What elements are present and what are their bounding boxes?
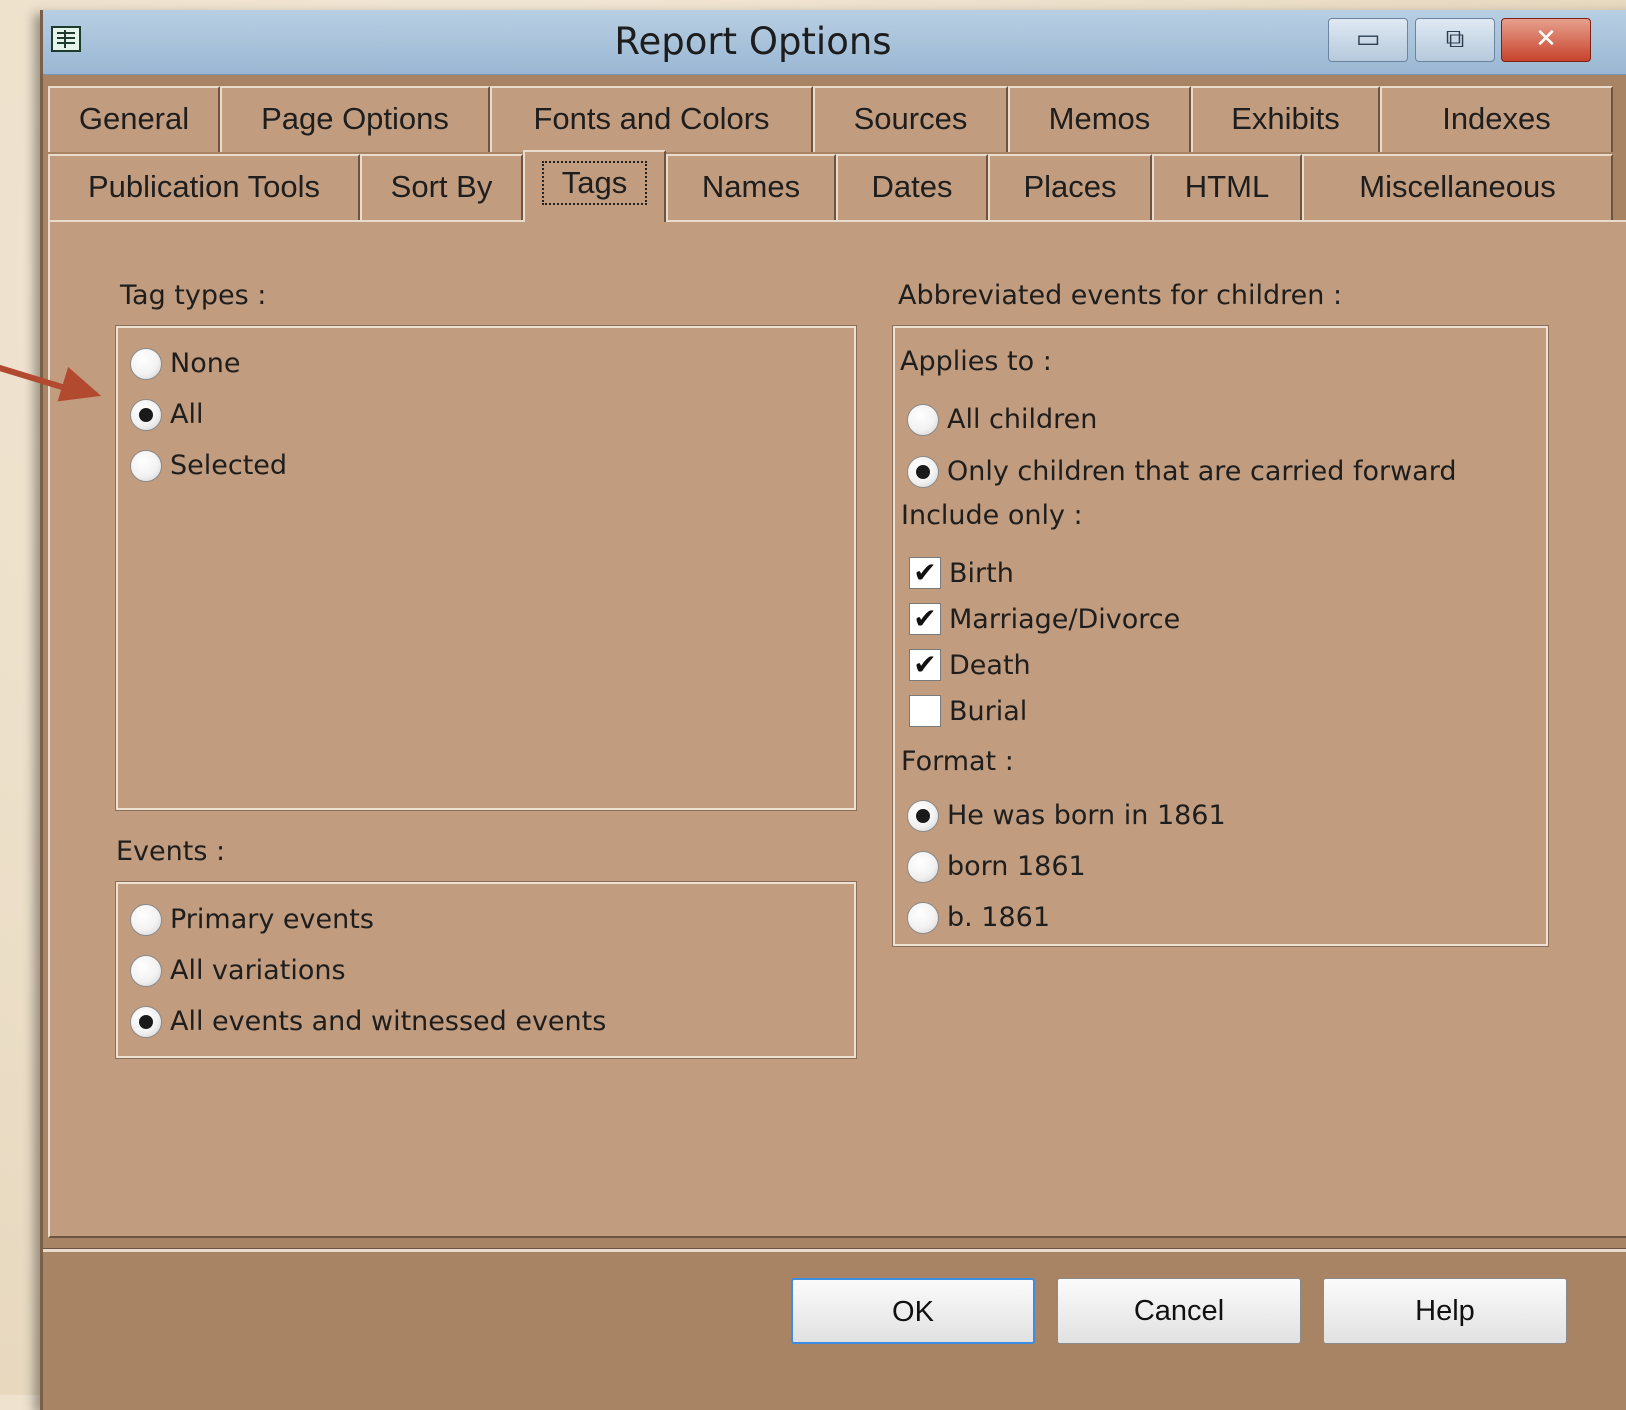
applies-to-label: Applies to : xyxy=(900,346,1052,377)
radio-button-selected[interactable] xyxy=(907,800,939,832)
abbreviated-events-label: Abbreviated events for children : xyxy=(898,280,1343,311)
tab-dates[interactable]: Dates xyxy=(836,154,988,220)
tab-memos[interactable]: Memos xyxy=(1008,86,1191,152)
tab-sort-by[interactable]: Sort By xyxy=(360,154,523,220)
help-button[interactable]: Help xyxy=(1323,1278,1567,1344)
checkbox-checked[interactable]: ✔ xyxy=(909,649,941,681)
radio-button[interactable] xyxy=(130,348,162,380)
tab-page-options[interactable]: Page Options xyxy=(220,86,490,152)
option-label: Burial xyxy=(949,696,1028,727)
tab-html[interactable]: HTML xyxy=(1152,154,1302,220)
radio-button-selected[interactable] xyxy=(907,456,939,488)
tab-tags[interactable]: Tags xyxy=(523,150,666,222)
tab-places[interactable]: Places xyxy=(988,154,1152,220)
tab-publication-tools[interactable]: Publication Tools xyxy=(48,154,360,220)
radio-button[interactable] xyxy=(907,404,939,436)
events-label: Events : xyxy=(116,836,226,867)
checkbox-checked[interactable]: ✔ xyxy=(909,603,941,635)
option-label: born 1861 xyxy=(947,851,1086,882)
minimize-button[interactable]: ▭ xyxy=(1328,18,1408,62)
tag-types-label: Tag types : xyxy=(120,280,267,311)
tag-types-group: None All Selected xyxy=(115,325,857,811)
footer-divider xyxy=(43,1248,1626,1252)
radio-button[interactable] xyxy=(907,851,939,883)
ok-button[interactable]: OK xyxy=(791,1278,1035,1344)
include-only-label: Include only : xyxy=(901,500,1083,531)
option-label: Selected xyxy=(170,450,288,481)
radio-button[interactable] xyxy=(130,904,162,936)
option-label: Birth xyxy=(949,558,1014,589)
option-label: Only children that are carried forward xyxy=(947,456,1457,487)
option-label: Marriage/Divorce xyxy=(949,604,1181,635)
option-label: All xyxy=(170,399,204,430)
radio-button[interactable] xyxy=(130,955,162,987)
option-label: All variations xyxy=(170,955,346,986)
maximize-button[interactable]: ⧉ xyxy=(1415,18,1495,62)
option-label: All events and witnessed events xyxy=(170,1006,607,1037)
radio-button-selected[interactable] xyxy=(130,1006,162,1038)
option-label: Primary events xyxy=(170,904,374,935)
tab-exhibits[interactable]: Exhibits xyxy=(1191,86,1380,152)
tab-indexes[interactable]: Indexes xyxy=(1380,86,1613,152)
tab-sources[interactable]: Sources xyxy=(813,86,1008,152)
window-title: Report Options xyxy=(614,20,892,63)
close-button[interactable]: ✕ xyxy=(1501,18,1591,62)
tab-general[interactable]: General xyxy=(48,86,220,152)
tab-names[interactable]: Names xyxy=(666,154,836,220)
tab-tags-label: Tags xyxy=(541,161,648,205)
option-label: He was born in 1861 xyxy=(947,800,1226,831)
report-options-dialog: Report Options ▭ ⧉ ✕ General Page Option… xyxy=(40,10,1626,1410)
option-label: b. 1861 xyxy=(947,902,1051,933)
cancel-button[interactable]: Cancel xyxy=(1057,1278,1301,1344)
checkbox-unchecked[interactable] xyxy=(909,695,941,727)
option-label: All children xyxy=(947,404,1098,435)
radio-button-selected[interactable] xyxy=(130,399,162,431)
abbreviated-events-group: Applies to : All children Only children … xyxy=(892,325,1549,947)
radio-button[interactable] xyxy=(907,902,939,934)
title-bar[interactable]: Report Options ▭ ⧉ ✕ xyxy=(43,10,1626,75)
format-label: Format : xyxy=(901,746,1014,777)
option-label: None xyxy=(170,348,241,379)
events-group: Primary events All variations All events… xyxy=(115,881,857,1059)
tags-tab-panel: Tag types : None All Selected Events : P… xyxy=(48,220,1626,1238)
checkbox-checked[interactable]: ✔ xyxy=(909,557,941,589)
option-label: Death xyxy=(949,650,1031,681)
tab-fonts-and-colors[interactable]: Fonts and Colors xyxy=(490,86,813,152)
radio-button[interactable] xyxy=(130,450,162,482)
tab-miscellaneous[interactable]: Miscellaneous xyxy=(1302,154,1613,220)
